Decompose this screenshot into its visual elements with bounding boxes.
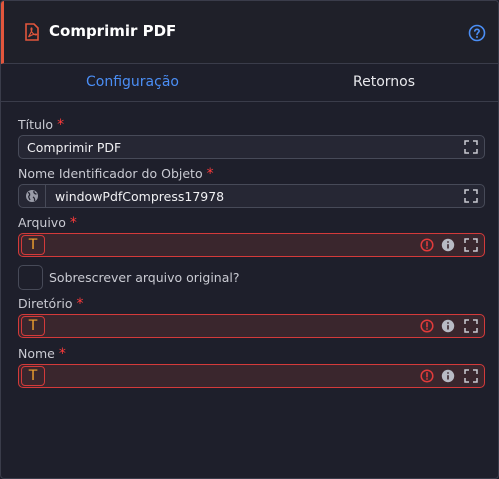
text-type-badge[interactable]: T bbox=[21, 316, 45, 336]
expand-icon[interactable] bbox=[464, 238, 478, 252]
expand-icon[interactable] bbox=[464, 319, 478, 333]
diretorio-label: Diretório * bbox=[18, 296, 84, 312]
required-marker: * bbox=[206, 166, 214, 182]
expand-icon[interactable] bbox=[464, 140, 478, 154]
nome-input[interactable]: T bbox=[18, 364, 485, 388]
error-icon bbox=[420, 369, 434, 383]
required-marker: * bbox=[76, 296, 84, 312]
titulo-label: Título * bbox=[18, 117, 65, 133]
nome-identificador-input[interactable]: windowPdfCompress17978 bbox=[18, 184, 485, 208]
component-config-panel: Comprimir PDF Configuração Retornos Títu… bbox=[0, 0, 499, 479]
titulo-input[interactable]: Comprimir PDF bbox=[18, 135, 485, 159]
arquivo-input[interactable]: T bbox=[18, 233, 485, 257]
pdf-file-icon bbox=[25, 23, 39, 41]
sobrescrever-checkbox[interactable] bbox=[18, 265, 43, 290]
error-icon bbox=[420, 319, 434, 333]
panel-title: Comprimir PDF bbox=[49, 22, 177, 40]
required-marker: * bbox=[58, 346, 66, 362]
globe-scope-button[interactable] bbox=[19, 185, 46, 207]
arquivo-label: Arquivo * bbox=[18, 215, 77, 231]
required-marker: * bbox=[57, 117, 65, 133]
globe-icon bbox=[26, 190, 38, 202]
expand-icon[interactable] bbox=[464, 189, 478, 203]
diretorio-input[interactable]: T bbox=[18, 314, 485, 338]
question-circle-icon[interactable] bbox=[468, 24, 486, 42]
text-type-badge[interactable]: T bbox=[21, 235, 45, 255]
required-marker: * bbox=[69, 215, 77, 231]
info-icon[interactable] bbox=[441, 369, 455, 383]
expand-icon[interactable] bbox=[464, 369, 478, 383]
text-type-badge[interactable]: T bbox=[21, 366, 45, 386]
sobrescrever-label: Sobrescrever arquivo original? bbox=[49, 270, 240, 285]
nome-identificador-label: Nome Identificador do Objeto * bbox=[18, 166, 214, 182]
tab-retornos[interactable]: Retornos bbox=[353, 74, 415, 90]
tab-bar: Configuração Retornos bbox=[1, 65, 498, 102]
nome-label: Nome * bbox=[18, 346, 66, 362]
panel-header: Comprimir PDF bbox=[1, 1, 498, 64]
tab-configuracao[interactable]: Configuração bbox=[86, 74, 179, 90]
titulo-value: Comprimir PDF bbox=[27, 140, 122, 155]
nome-identificador-value: windowPdfCompress17978 bbox=[55, 189, 225, 204]
info-icon[interactable] bbox=[441, 238, 455, 252]
info-icon[interactable] bbox=[441, 319, 455, 333]
error-icon bbox=[420, 238, 434, 252]
